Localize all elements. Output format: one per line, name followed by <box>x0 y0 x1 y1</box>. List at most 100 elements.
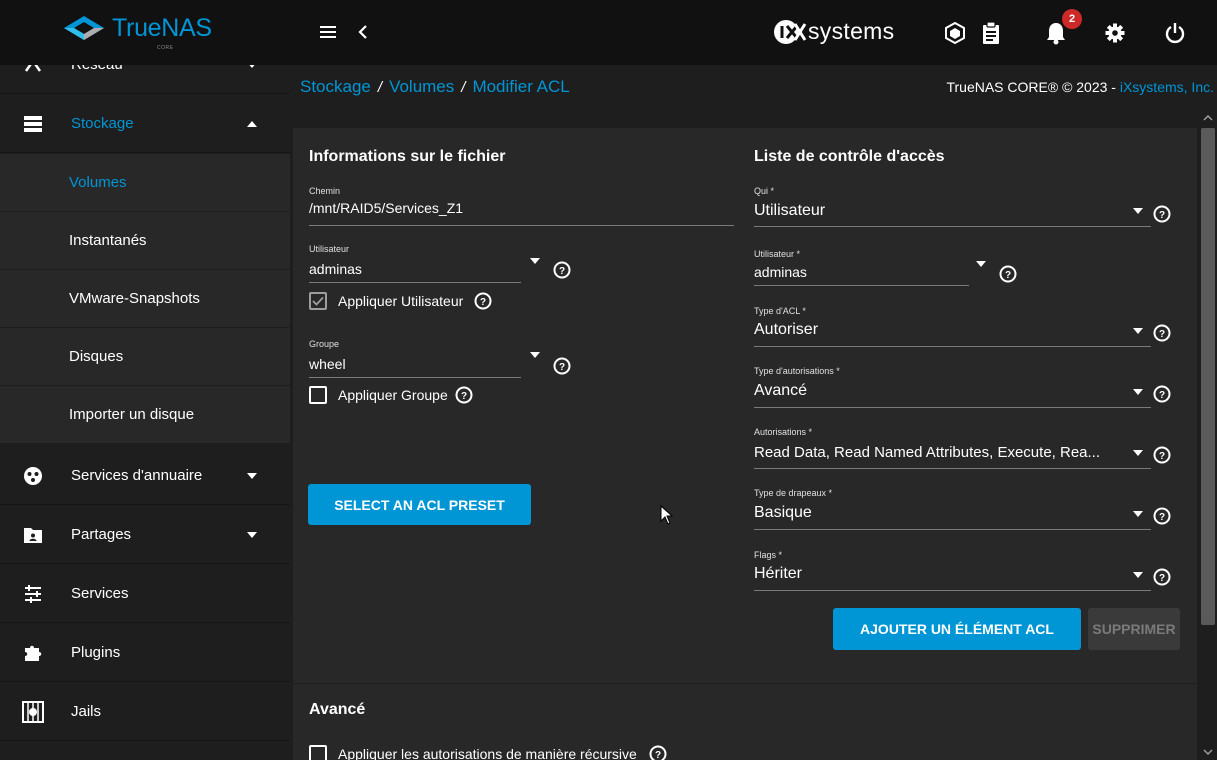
gear-icon[interactable] <box>1105 23 1125 43</box>
acl-form-card: Informations sur le fichier Chemin /mnt/… <box>293 128 1197 683</box>
help-icon[interactable]: ? <box>1153 568 1171 586</box>
breadcrumb-separator: / <box>461 79 466 96</box>
mouse-cursor-icon <box>660 505 674 525</box>
help-icon[interactable]: ? <box>1153 385 1171 403</box>
scrollbar-thumb[interactable] <box>1201 128 1215 625</box>
permission-type-label: Type d'autorisations * <box>754 366 840 376</box>
help-icon[interactable]: ? <box>1153 507 1171 525</box>
permission-type-select[interactable]: Avancé <box>754 382 807 400</box>
help-icon[interactable]: ? <box>553 357 571 375</box>
ixsystems-logo-icon <box>774 20 807 44</box>
svg-text:?: ? <box>461 391 467 402</box>
who-label: Qui * <box>754 186 775 196</box>
permissions-label: Autorisations * <box>754 427 813 437</box>
help-icon[interactable]: ? <box>999 265 1017 283</box>
acl-type-underline <box>754 346 1151 347</box>
apply-user-checkbox[interactable] <box>309 292 327 310</box>
sidebar-item-label: Services d'annuaire <box>71 467 203 484</box>
sidebar-item-directory-services[interactable]: Services d'annuaire <box>0 447 290 505</box>
vendor-name: systems <box>808 18 895 44</box>
acl-type-select[interactable]: Autoriser <box>754 321 818 339</box>
help-icon[interactable]: ? <box>649 745 667 760</box>
acl-type-dropdown-icon[interactable] <box>1133 328 1143 334</box>
svg-text:?: ? <box>1159 210 1165 221</box>
delete-button[interactable]: SUPPRIMER <box>1088 608 1180 650</box>
sidebar-item-storage[interactable]: Stockage <box>0 95 290 153</box>
flags-underline <box>754 590 1151 591</box>
chevron-up-icon <box>246 115 258 133</box>
svg-text:?: ? <box>1159 451 1165 462</box>
recursive-checkbox[interactable] <box>309 745 327 760</box>
owner-user-label: Utilisateur <box>309 244 350 254</box>
group-input[interactable]: wheel <box>309 356 346 372</box>
jails-icon <box>20 699 46 725</box>
advanced-title: Avancé <box>309 701 366 718</box>
svg-text:?: ? <box>559 362 565 373</box>
who-select[interactable]: Utilisateur <box>754 202 825 220</box>
breadcrumb-volumes[interactable]: Volumes <box>389 77 454 96</box>
truecommand-icon[interactable] <box>944 22 966 44</box>
sidebar-subitem-volumes[interactable]: Volumes <box>0 154 290 212</box>
group-underline <box>309 377 521 378</box>
chevron-down-icon <box>246 467 258 485</box>
truenas-logo[interactable]: TrueNAS CORE <box>62 10 242 55</box>
sidebar-item-network[interactable]: Réseau <box>0 65 290 94</box>
select-acl-preset-button[interactable]: SELECT AN ACL PRESET <box>308 484 531 525</box>
sidebar-item-shares[interactable]: Partages <box>0 506 290 564</box>
notification-badge: 2 <box>1062 9 1082 29</box>
breadcrumb-separator: / <box>377 79 383 96</box>
help-icon[interactable]: ? <box>1153 446 1171 464</box>
ixsystems-logo[interactable]: systems <box>773 18 913 46</box>
sidebar-subitem-disks[interactable]: Disques <box>0 328 290 386</box>
permission-type-underline <box>754 407 1151 408</box>
help-icon[interactable]: ? <box>1153 205 1171 223</box>
file-info-title: Informations sur le fichier <box>309 148 506 165</box>
add-acl-item-button[interactable]: AJOUTER UN ÉLÉMENT ACL <box>833 608 1081 650</box>
directory-services-icon <box>20 463 46 489</box>
network-icon <box>20 65 46 78</box>
owner-user-input[interactable]: adminas <box>309 261 362 277</box>
group-dropdown-icon[interactable] <box>530 352 540 358</box>
power-icon[interactable] <box>1165 22 1185 44</box>
help-icon[interactable]: ? <box>474 292 492 310</box>
svg-text:?: ? <box>1159 390 1165 401</box>
acl-user-dropdown-icon[interactable] <box>976 261 986 267</box>
permissions-dropdown-icon[interactable] <box>1133 450 1143 456</box>
sidebar-subitem-snapshots[interactable]: Instantanés <box>0 212 290 270</box>
scroll-down-icon[interactable] <box>1203 748 1213 756</box>
ixsystems-link[interactable]: iXsystems, Inc. <box>1120 79 1214 95</box>
permissions-select[interactable]: Read Data, Read Named Attributes, Execut… <box>754 444 1100 461</box>
task-manager-icon[interactable] <box>981 21 1001 45</box>
sidebar-item-jails[interactable]: Jails <box>0 683 290 741</box>
scroll-up-icon[interactable] <box>1203 114 1213 122</box>
sidebar-item-services[interactable]: Services <box>0 565 290 623</box>
copyright: TrueNAS CORE® © 2023 - iXsystems, Inc. <box>946 79 1214 95</box>
sidebar-subitem-label: Importer un disque <box>69 406 195 423</box>
sidebar-subitem-label: VMware-Snapshots <box>69 290 200 307</box>
menu-icon[interactable] <box>318 24 338 40</box>
recursive-label: Appliquer les autorisations de manière r… <box>338 746 637 760</box>
owner-user-dropdown-icon[interactable] <box>530 258 540 264</box>
flags-dropdown-icon[interactable] <box>1133 572 1143 578</box>
truenas-logo-icon <box>64 16 104 40</box>
permissions-underline <box>754 468 1151 469</box>
sidebar-subitem-import-disk[interactable]: Importer un disque <box>0 386 290 444</box>
who-underline <box>754 226 1151 227</box>
flags-select[interactable]: Hériter <box>754 565 802 583</box>
flags-type-dropdown-icon[interactable] <box>1133 511 1143 517</box>
flags-type-select[interactable]: Basique <box>754 504 812 522</box>
apply-group-checkbox[interactable] <box>309 386 327 404</box>
collapse-sidebar-icon[interactable] <box>355 24 371 40</box>
permission-type-dropdown-icon[interactable] <box>1133 389 1143 395</box>
help-icon[interactable]: ? <box>455 386 473 404</box>
who-dropdown-icon[interactable] <box>1133 208 1143 214</box>
sidebar-subitem-vmware-snapshots[interactable]: VMware-Snapshots <box>0 270 290 328</box>
sidebar-item-label: Partages <box>71 526 132 543</box>
sidebar-item-plugins[interactable]: Plugins <box>0 624 290 682</box>
help-icon[interactable]: ? <box>553 261 571 279</box>
acl-type-label: Type d'ACL * <box>754 306 806 316</box>
sidebar-item-label: Services <box>71 585 129 602</box>
acl-user-input[interactable]: adminas <box>754 264 807 280</box>
breadcrumb-storage[interactable]: Stockage <box>300 77 371 96</box>
help-icon[interactable]: ? <box>1153 324 1171 342</box>
